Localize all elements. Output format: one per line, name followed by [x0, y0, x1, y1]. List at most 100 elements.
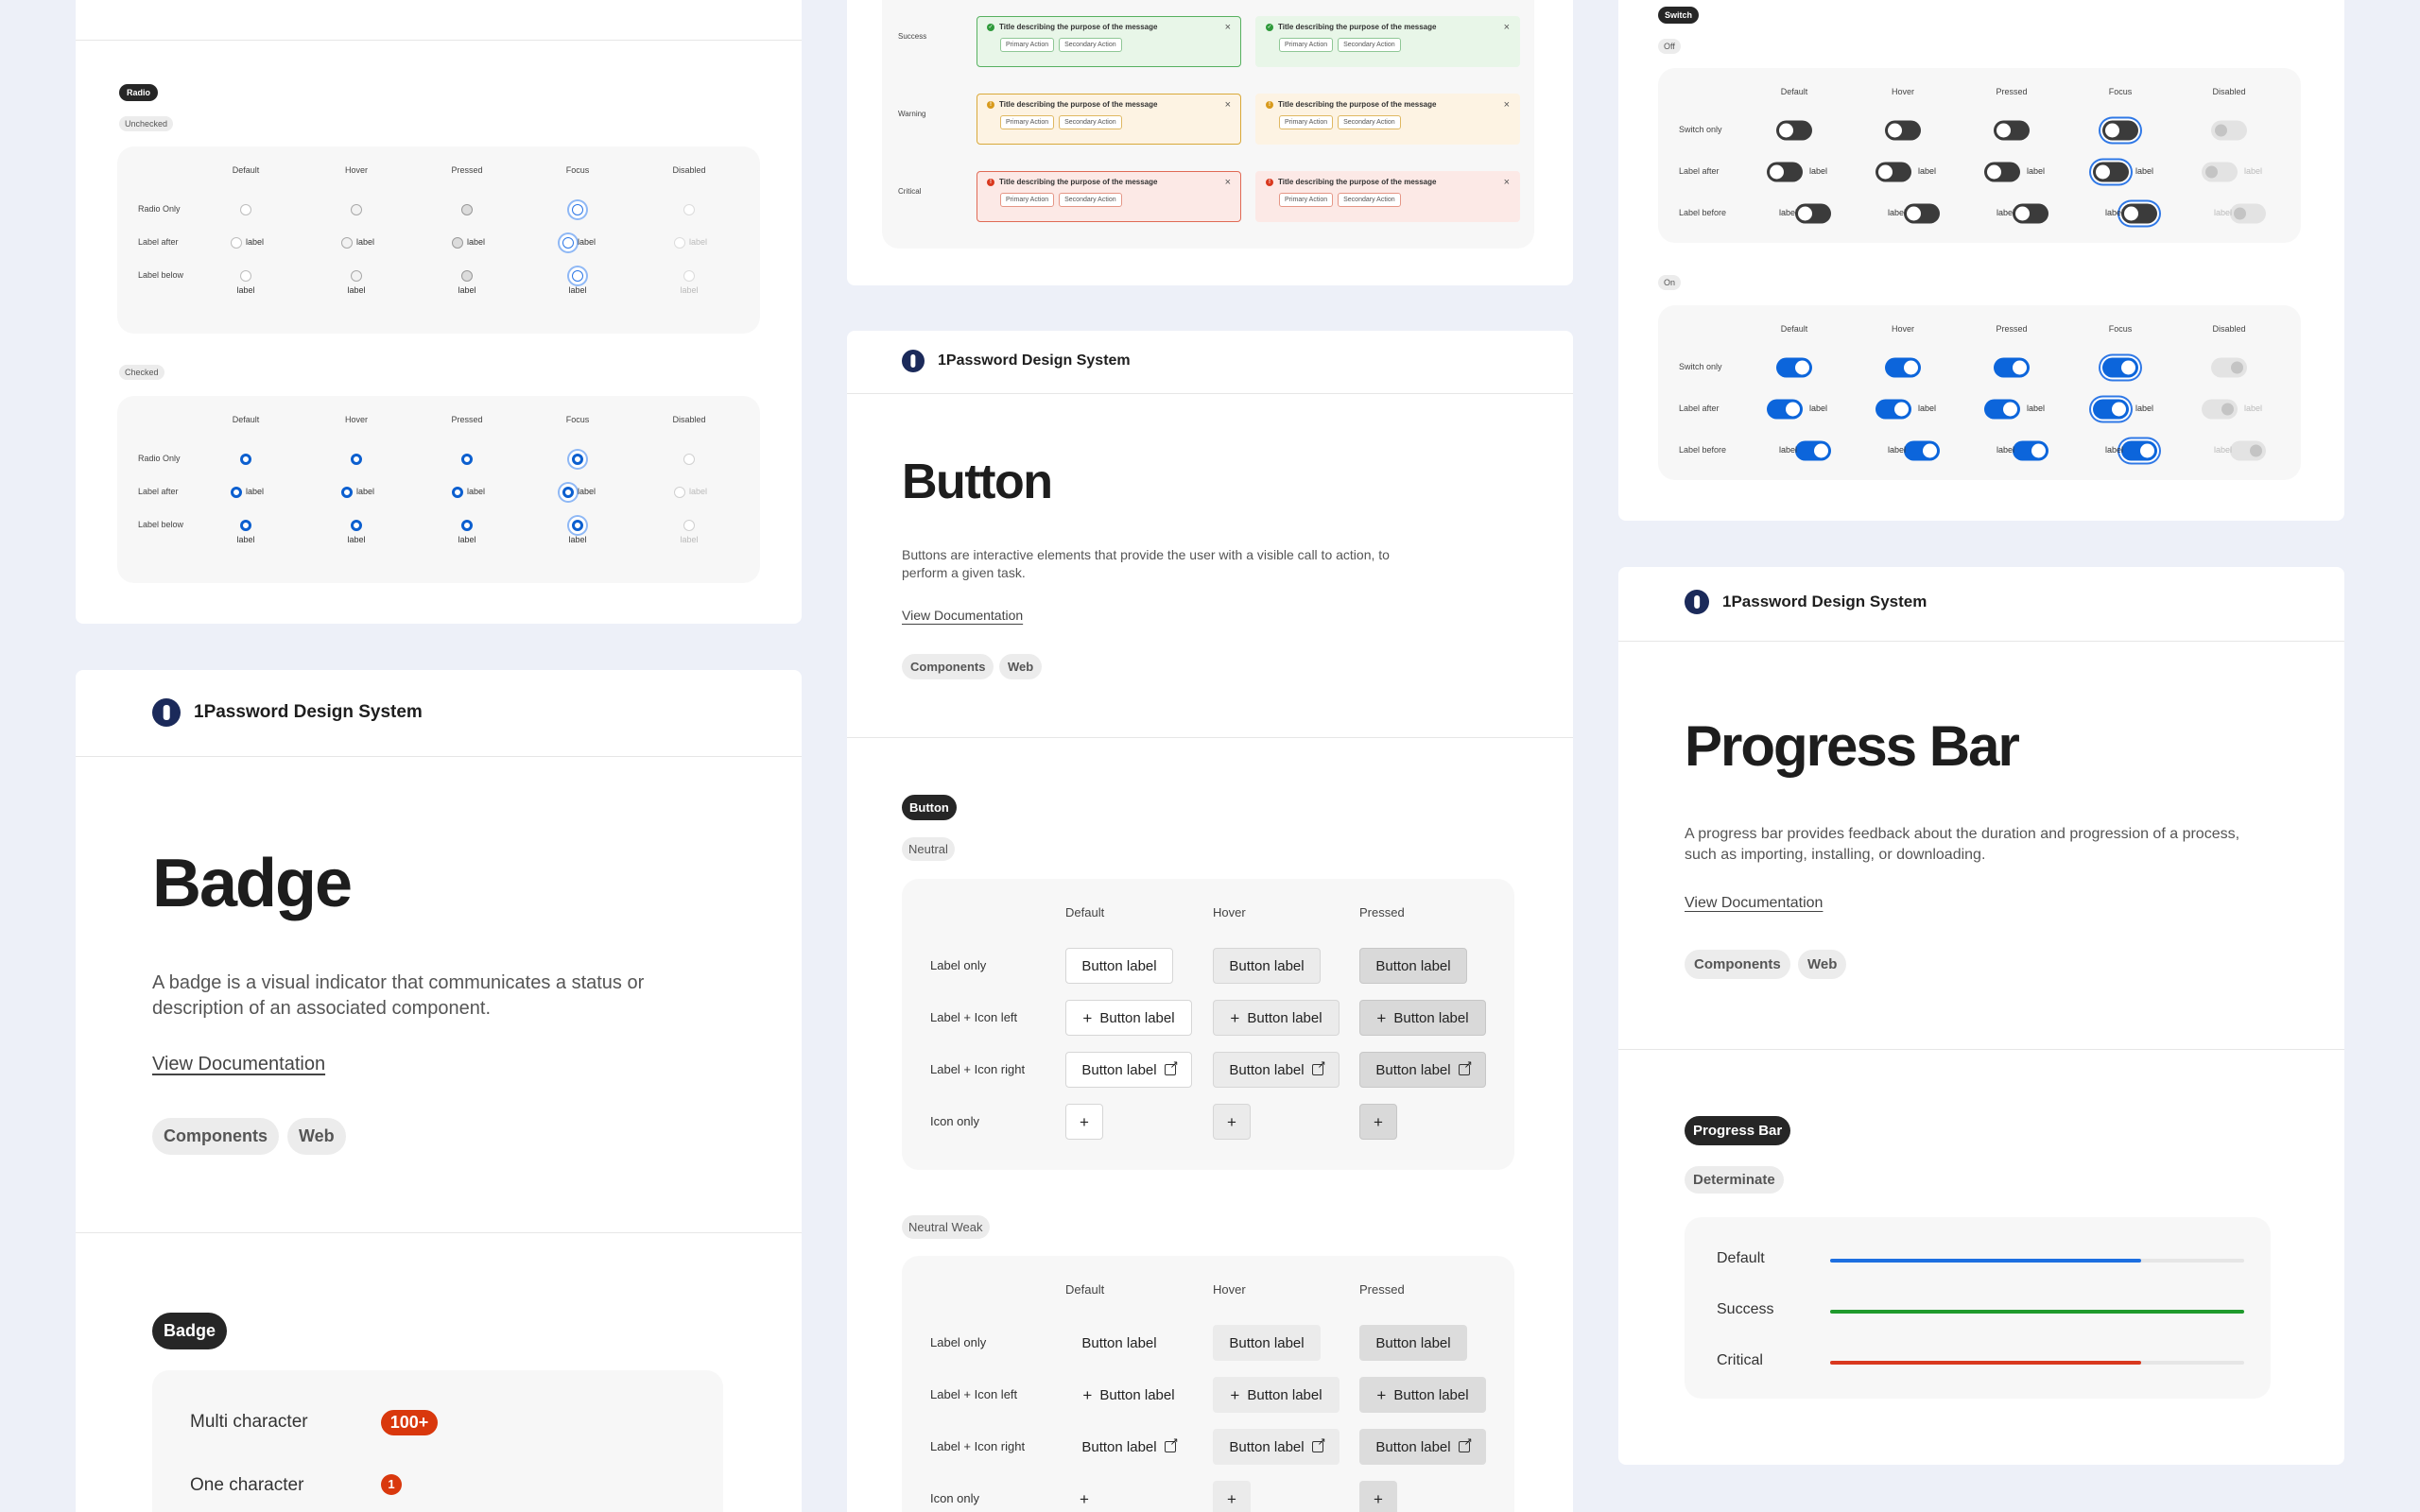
button[interactable]: + — [1359, 1481, 1397, 1512]
button[interactable]: Button label — [1213, 1325, 1321, 1361]
button[interactable]: + Button label — [1359, 1377, 1486, 1413]
secondary-action-button[interactable]: Secondary Action — [1338, 38, 1401, 52]
button[interactable]: + Button label — [1065, 1000, 1192, 1036]
toggle-switch[interactable] — [2102, 357, 2138, 378]
button[interactable]: + — [1213, 1104, 1251, 1140]
tag-components[interactable]: Components — [152, 1118, 279, 1155]
button[interactable]: Button label — [1359, 1429, 1486, 1465]
radio-button[interactable] — [341, 237, 353, 249]
toggle-switch[interactable] — [1767, 162, 1803, 182]
toggle-switch[interactable] — [1885, 357, 1921, 378]
tag-components[interactable]: Components — [902, 654, 994, 679]
button[interactable]: + — [1359, 1104, 1397, 1140]
toggle-switch[interactable] — [1776, 120, 1812, 141]
button[interactable]: Button label — [1213, 1052, 1340, 1088]
secondary-action-button[interactable]: Secondary Action — [1059, 115, 1122, 129]
toggle-switch[interactable] — [1795, 440, 1831, 461]
close-icon[interactable]: × — [1504, 99, 1510, 111]
toggle-switch[interactable] — [2102, 120, 2138, 141]
button[interactable]: + Button label — [1359, 1000, 1486, 1036]
toggle-switch[interactable] — [2121, 203, 2157, 224]
radio-button[interactable] — [461, 520, 473, 531]
radio-button[interactable] — [572, 204, 583, 215]
view-documentation-link[interactable]: View Documentation — [152, 1054, 325, 1075]
primary-action-button[interactable]: Primary Action — [1279, 38, 1334, 52]
primary-action-button[interactable]: Primary Action — [1000, 115, 1055, 129]
button[interactable]: + — [1065, 1104, 1103, 1140]
button[interactable]: Button label — [1213, 948, 1321, 984]
radio-button[interactable] — [351, 270, 362, 282]
toggle-switch[interactable] — [1984, 162, 2020, 182]
radio-button[interactable] — [341, 487, 353, 498]
toggle-switch[interactable] — [2121, 440, 2157, 461]
toggle-switch[interactable] — [1876, 399, 1911, 420]
toggle-switch[interactable] — [2013, 203, 2048, 224]
toggle-switch[interactable] — [2093, 162, 2129, 182]
toggle-switch[interactable] — [1795, 203, 1831, 224]
toggle-switch[interactable] — [1776, 357, 1812, 378]
radio-button[interactable] — [240, 454, 251, 465]
radio-button[interactable] — [351, 454, 362, 465]
secondary-action-button[interactable]: Secondary Action — [1338, 115, 1401, 129]
tag-components[interactable]: Components — [1685, 950, 1790, 979]
button[interactable]: Button label — [1359, 1052, 1486, 1088]
toggle-switch[interactable] — [2013, 440, 2048, 461]
toggle-switch[interactable] — [1994, 357, 2030, 378]
radio-button[interactable] — [461, 204, 473, 215]
close-icon[interactable]: × — [1225, 99, 1231, 111]
radio-button[interactable] — [572, 520, 583, 531]
button[interactable]: Button label — [1065, 1052, 1192, 1088]
primary-action-button[interactable]: Primary Action — [1279, 115, 1334, 129]
radio-button[interactable] — [240, 204, 251, 215]
secondary-action-button[interactable]: Secondary Action — [1059, 193, 1122, 207]
secondary-action-button[interactable]: Secondary Action — [1059, 38, 1122, 52]
button[interactable]: Button label — [1065, 1325, 1173, 1361]
toggle-switch[interactable] — [1904, 440, 1940, 461]
button[interactable]: + Button label — [1213, 1000, 1340, 1036]
close-icon[interactable]: × — [1504, 177, 1510, 188]
radio-button[interactable] — [461, 270, 473, 282]
radio-button[interactable] — [231, 237, 242, 249]
radio-button[interactable] — [572, 270, 583, 282]
toggle-switch[interactable] — [1885, 120, 1921, 141]
button[interactable]: + — [1213, 1481, 1251, 1512]
toggle-switch[interactable] — [1904, 203, 1940, 224]
toggle-switch[interactable] — [2093, 399, 2129, 420]
view-documentation-link[interactable]: View Documentation — [902, 608, 1023, 623]
toggle-switch[interactable] — [1994, 120, 2030, 141]
toggle-switch[interactable] — [1767, 399, 1803, 420]
close-icon[interactable]: × — [1225, 22, 1231, 33]
button[interactable]: Button label — [1065, 948, 1173, 984]
radio-button[interactable] — [562, 237, 574, 249]
tag-web[interactable]: Web — [999, 654, 1043, 679]
toggle-switch[interactable] — [1984, 399, 2020, 420]
primary-action-button[interactable]: Primary Action — [1000, 38, 1055, 52]
button[interactable]: Button label — [1359, 1325, 1467, 1361]
radio-button[interactable] — [231, 487, 242, 498]
button[interactable]: Button label — [1359, 948, 1467, 984]
button[interactable]: + — [1065, 1481, 1103, 1512]
radio-button[interactable] — [562, 487, 574, 498]
button[interactable]: + Button label — [1065, 1377, 1192, 1413]
radio-button[interactable] — [452, 487, 463, 498]
alert-title: Title describing the purpose of the mess… — [999, 100, 1158, 109]
secondary-action-button[interactable]: Secondary Action — [1338, 193, 1401, 207]
button[interactable]: Button label — [1213, 1429, 1340, 1465]
radio-button[interactable] — [351, 520, 362, 531]
view-documentation-link[interactable]: View Documentation — [1685, 895, 1823, 912]
tag-web[interactable]: Web — [287, 1118, 346, 1155]
primary-action-button[interactable]: Primary Action — [1279, 193, 1334, 207]
radio-button[interactable] — [572, 454, 583, 465]
button[interactable]: Button label — [1065, 1429, 1192, 1465]
radio-button[interactable] — [461, 454, 473, 465]
tag-web[interactable]: Web — [1798, 950, 1847, 979]
toggle-switch[interactable] — [1876, 162, 1911, 182]
button[interactable]: + Button label — [1213, 1377, 1340, 1413]
radio-button[interactable] — [240, 270, 251, 282]
radio-button[interactable] — [452, 237, 463, 249]
radio-button[interactable] — [351, 204, 362, 215]
radio-button[interactable] — [240, 520, 251, 531]
close-icon[interactable]: × — [1225, 177, 1231, 188]
close-icon[interactable]: × — [1504, 22, 1510, 33]
primary-action-button[interactable]: Primary Action — [1000, 193, 1055, 207]
